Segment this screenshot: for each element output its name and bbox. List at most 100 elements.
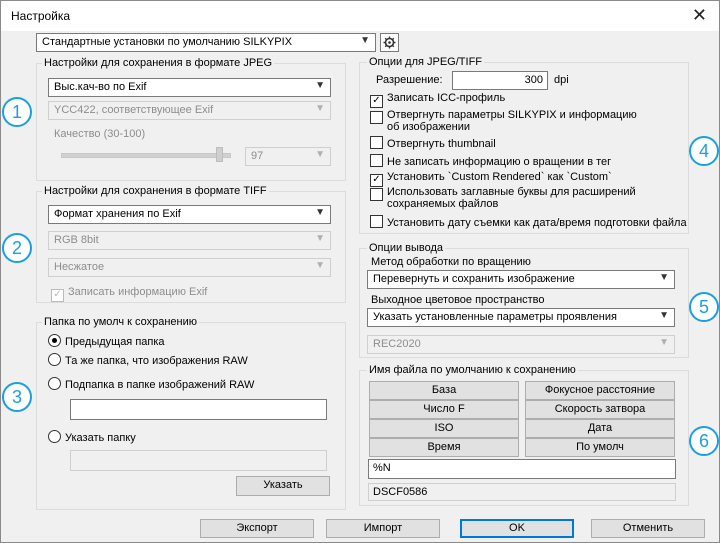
callout-badge-5: 5	[689, 292, 719, 322]
filename-fnumber-button[interactable]: Число F	[369, 400, 519, 419]
checkmark-icon: ✓	[370, 95, 383, 108]
ok-button[interactable]: OK	[460, 519, 574, 538]
colorspace-select[interactable]: Указать установленные параметры проявлен…	[367, 308, 675, 327]
callout-badge-6: 6	[689, 426, 719, 456]
cancel-button[interactable]: Отменить	[591, 519, 705, 538]
radio-same-folder-label: Та же папка, что изображения RAW	[65, 355, 248, 367]
callout-badge-3: 3	[2, 382, 32, 412]
radio-subfolder[interactable]: Подпапка в папке изображений RAW	[48, 377, 254, 391]
custom-rendered-checkbox[interactable]: ✓ Установить `Custom Rendered` как `Custo…	[370, 171, 612, 187]
quality-select: 97 ▼	[245, 147, 331, 166]
radio-previous-folder[interactable]: Предыдущая папка	[48, 334, 165, 348]
export-button[interactable]: Экспорт	[200, 519, 314, 538]
rotation-value: Перевернуть и сохранить изображение	[373, 273, 575, 285]
radio-specify-folder[interactable]: Указать папку	[48, 430, 136, 444]
jpeg-color-select: YCC422, соответствующее Exif ▼	[48, 101, 331, 120]
jpeg-save-group-label: Настройки для сохранения в формате JPEG	[42, 57, 275, 69]
quality-slider-track	[61, 153, 231, 158]
quality-value: 97	[251, 150, 264, 162]
settings-dialog: Настройка ✕ Стандартные установки по умо…	[0, 0, 720, 543]
checkbox-icon	[370, 188, 383, 201]
rotation-label: Метод обработки по вращению	[371, 256, 531, 268]
filename-time-button[interactable]: Время	[369, 438, 519, 457]
chevron-down-icon: ▼	[315, 80, 325, 91]
filename-pattern-input[interactable]: %N	[368, 459, 676, 479]
uppercase-ext-label: Использовать заглавные буквы для расшире…	[387, 186, 636, 210]
quality-label: Качество (30-100)	[54, 128, 146, 140]
folder-group-label: Папка по умолч к сохранению	[42, 316, 200, 328]
close-icon[interactable]: ✕	[692, 4, 707, 26]
reject-thumbnail-checkbox[interactable]: Отвергнуть thumbnail	[370, 136, 496, 150]
tiff-bit-select: RGB 8bit ▼	[48, 231, 331, 250]
checkbox-icon	[370, 111, 383, 124]
import-button[interactable]: Импорт	[326, 519, 440, 538]
reject-thumbnail-label: Отвергнуть thumbnail	[387, 138, 496, 150]
filename-group-label: Имя файла по умолчанию к сохранению	[367, 364, 578, 376]
subfolder-input[interactable]	[70, 399, 327, 420]
reject-params-label: Отвергнуть параметры SILKYPIX и информац…	[387, 109, 637, 133]
title-bar: Настройка ✕	[1, 1, 719, 31]
jpeg-mode-value: Выс.кач-во по Exif	[54, 81, 147, 93]
rec-select: REC2020 ▼	[367, 335, 675, 354]
chevron-down-icon: ▼	[315, 260, 325, 271]
tiff-save-group-label: Настройки для сохранения в формате TIFF	[42, 185, 269, 197]
jpeg-color-value: YCC422, соответствующее Exif	[54, 104, 214, 116]
radio-same-folder[interactable]: Та же папка, что изображения RAW	[48, 353, 248, 367]
gear-icon	[383, 36, 396, 49]
callout-badge-2: 2	[2, 233, 32, 263]
tiff-format-select[interactable]: Формат хранения по Exif ▼	[48, 205, 331, 224]
tiff-compress-select: Несжатое ▼	[48, 258, 331, 277]
filename-date-button[interactable]: Дата	[525, 419, 675, 438]
jpeg-mode-select[interactable]: Выс.кач-во по Exif ▼	[48, 78, 331, 97]
chevron-down-icon: ▼	[659, 272, 669, 283]
filename-preview: DSCF0586	[368, 483, 676, 501]
specify-folder-input	[70, 450, 327, 471]
radio-icon	[48, 353, 61, 366]
specify-button[interactable]: Указать	[236, 476, 330, 496]
exif-checkbox-label: Записать информацию Exif	[68, 286, 208, 298]
chevron-down-icon: ▼	[315, 149, 325, 160]
tiff-compress-value: Несжатое	[54, 261, 105, 273]
filename-default-button[interactable]: По умолч	[525, 438, 675, 457]
icc-checkbox[interactable]: ✓ Записать ICC-профиль	[370, 92, 505, 108]
radio-specify-folder-label: Указать папку	[65, 432, 136, 444]
output-options-label: Опции вывода	[367, 242, 446, 254]
no-rotation-label: Не записать информацию о вращении в тег	[387, 156, 612, 168]
radio-previous-folder-label: Предыдущая папка	[65, 336, 165, 348]
filename-shutter-button[interactable]: Скорость затвора	[525, 400, 675, 419]
radio-icon	[48, 430, 61, 443]
callout-badge-1: 1	[2, 97, 32, 127]
filename-iso-button[interactable]: ISO	[369, 419, 519, 438]
rotation-select[interactable]: Перевернуть и сохранить изображение ▼	[367, 270, 675, 289]
colorspace-label: Выходное цветовое пространство	[371, 294, 545, 306]
filename-focal-button[interactable]: Фокусное расстояние	[525, 381, 675, 400]
no-rotation-checkbox[interactable]: Не записать информацию о вращении в тег	[370, 154, 611, 168]
tiff-format-value: Формат хранения по Exif	[54, 208, 181, 220]
resolution-input[interactable]: 300	[452, 71, 548, 90]
radio-selected-icon	[48, 334, 61, 347]
checkbox-icon	[370, 215, 383, 228]
reject-params-checkbox[interactable]: Отвергнуть параметры SILKYPIX и информац…	[370, 109, 650, 133]
uppercase-ext-checkbox[interactable]: Использовать заглавные буквы для расшире…	[370, 186, 660, 210]
filename-base-button[interactable]: База	[369, 381, 519, 400]
shoot-date-checkbox[interactable]: Установить дату съемки как дата/время по…	[370, 215, 687, 229]
chevron-down-icon: ▼	[659, 337, 669, 348]
preset-settings-button[interactable]	[380, 33, 399, 52]
checkbox-icon	[370, 154, 383, 167]
resolution-unit: dpi	[554, 74, 569, 86]
window-title: Настройка	[11, 9, 71, 23]
checkmark-icon: ✓	[51, 289, 64, 302]
chevron-down-icon: ▼	[659, 310, 669, 321]
radio-subfolder-label: Подпапка в папке изображений RAW	[65, 379, 255, 391]
custom-rendered-label: Установить `Custom Rendered` как `Custom…	[387, 171, 612, 183]
chevron-down-icon: ▼	[360, 35, 370, 46]
chevron-down-icon: ▼	[315, 207, 325, 218]
quality-slider-thumb	[216, 147, 223, 162]
exif-checkbox: ✓ Записать информацию Exif	[51, 286, 207, 302]
tiff-bit-value: RGB 8bit	[54, 234, 99, 246]
preset-select[interactable]: Стандартные установки по умолчанию SILKY…	[36, 33, 376, 52]
preset-value: Стандартные установки по умолчанию SILKY…	[42, 36, 293, 48]
icc-checkbox-label: Записать ICC-профиль	[387, 92, 506, 104]
callout-badge-4: 4	[689, 136, 719, 166]
jpeg-tiff-options-label: Опции для JPEG/TIFF	[367, 56, 485, 68]
